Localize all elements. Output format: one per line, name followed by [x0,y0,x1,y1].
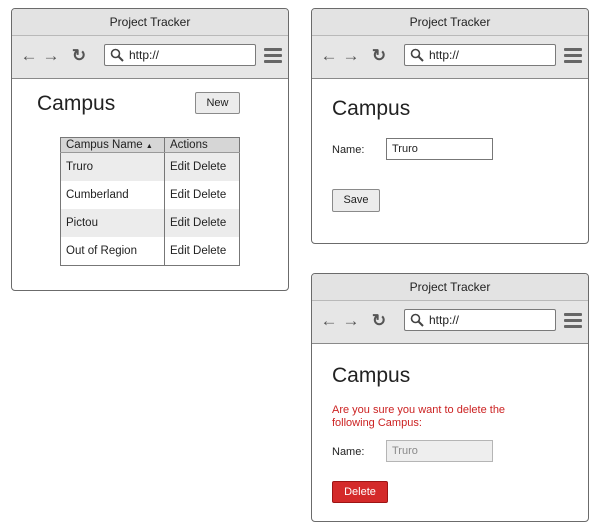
name-label: Name: [332,144,365,156]
back-arrow-icon[interactable]: ← [20,47,38,65]
address-bar[interactable]: http:// [404,309,556,331]
delete-button[interactable]: Delete [332,481,388,503]
table-row: Out of Region Edit Delete [60,237,240,266]
delete-link[interactable]: Delete [193,189,226,201]
edit-link[interactable]: Edit [170,245,190,257]
forward-arrow-icon[interactable]: → [342,47,360,65]
delete-link[interactable]: Delete [193,217,226,229]
save-button[interactable]: Save [332,189,380,212]
new-button[interactable]: New [195,92,240,114]
name-label: Name: [332,446,365,458]
table-row: Cumberland Edit Delete [60,181,240,209]
url-text: http:// [129,48,160,62]
table-row: Pictou Edit Delete [60,209,240,237]
edit-window: Project Tracker ← → ↻ http:// Campus Nam… [311,8,589,244]
address-bar[interactable]: http:// [404,44,556,66]
sort-ascending-icon: ▲ [145,143,153,150]
hamburger-menu-icon[interactable] [564,48,582,64]
name-input[interactable]: Truro [386,138,493,160]
table-header: Campus Name ▲ Actions [60,137,240,153]
back-arrow-icon[interactable]: ← [320,312,338,330]
back-arrow-icon[interactable]: ← [320,47,338,65]
edit-link[interactable]: Edit [170,189,190,201]
actions-cell: Edit Delete [164,209,240,237]
window-title: Project Tracker [312,274,588,301]
page-title: Campus [332,364,411,387]
campus-name-cell: Cumberland [60,181,165,209]
delete-window: Project Tracker ← → ↻ http:// Campus Are… [311,273,589,522]
column-header-campus-name[interactable]: Campus Name ▲ [60,137,165,153]
forward-arrow-icon[interactable]: → [42,47,60,65]
url-text: http:// [429,48,460,62]
window-title: Project Tracker [12,9,288,36]
campus-table: Campus Name ▲ Actions Truro Edit Delete … [60,137,240,266]
actions-cell: Edit Delete [164,237,240,266]
list-window: Project Tracker ← → ↻ http:// Campus New… [11,8,289,291]
campus-name-cell: Pictou [60,209,165,237]
reload-icon[interactable]: ↻ [370,312,388,330]
edit-link[interactable]: Edit [170,161,190,173]
campus-name-cell: Out of Region [60,237,165,266]
reload-icon[interactable]: ↻ [70,47,88,65]
delete-link[interactable]: Delete [193,245,226,257]
search-icon [410,313,424,327]
address-bar[interactable]: http:// [104,44,256,66]
hamburger-menu-icon[interactable] [264,48,282,64]
page-title: Campus [37,92,116,115]
browser-toolbar: ← → ↻ http:// [312,36,588,79]
table-row: Truro Edit Delete [60,152,240,181]
url-text: http:// [429,313,460,327]
actions-cell: Edit Delete [164,152,240,181]
window-title: Project Tracker [312,9,588,36]
hamburger-menu-icon[interactable] [564,313,582,329]
column-header-actions: Actions [164,137,240,153]
name-readonly-field: Truro [386,440,493,462]
delete-confirmation-message: Are you sure you want to delete the foll… [332,404,506,429]
reload-icon[interactable]: ↻ [370,47,388,65]
campus-name-cell: Truro [60,152,165,181]
browser-toolbar: ← → ↻ http:// [312,301,588,344]
page-title: Campus [332,97,411,120]
delete-link[interactable]: Delete [193,161,226,173]
actions-cell: Edit Delete [164,181,240,209]
edit-link[interactable]: Edit [170,217,190,229]
forward-arrow-icon[interactable]: → [342,312,360,330]
search-icon [410,48,424,62]
search-icon [110,48,124,62]
browser-toolbar: ← → ↻ http:// [12,36,288,79]
